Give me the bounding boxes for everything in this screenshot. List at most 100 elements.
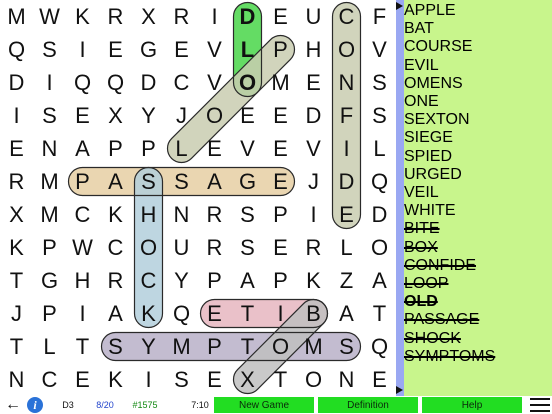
grid-cell[interactable]: K bbox=[99, 363, 132, 396]
grid-cell[interactable]: R bbox=[99, 264, 132, 297]
grid-cell[interactable]: P bbox=[198, 330, 231, 363]
grid-cell[interactable]: K bbox=[66, 0, 99, 33]
grid-cell[interactable]: A bbox=[231, 264, 264, 297]
grid-cell[interactable]: Y bbox=[165, 264, 198, 297]
word-list-item[interactable]: URGED bbox=[404, 166, 552, 184]
grid-cell[interactable]: I bbox=[33, 66, 66, 99]
grid-cell[interactable]: Z bbox=[330, 264, 363, 297]
grid-cell[interactable]: X bbox=[0, 198, 33, 231]
grid-cell[interactable]: H bbox=[66, 264, 99, 297]
grid-cell[interactable]: I bbox=[66, 33, 99, 66]
scroll-up-icon[interactable] bbox=[396, 2, 403, 10]
letter-grid[interactable]: MWKRXRIDEUCFQSIEGEVLPHOVDIQQDCVOMENSISEX… bbox=[0, 0, 396, 396]
grid-cell[interactable]: N bbox=[165, 198, 198, 231]
left-arrow-icon[interactable]: ← bbox=[2, 396, 24, 414]
grid-cell[interactable]: T bbox=[0, 330, 33, 363]
grid-cell[interactable]: D bbox=[0, 66, 33, 99]
grid-cell[interactable]: C bbox=[99, 231, 132, 264]
grid-cell[interactable]: C bbox=[330, 0, 363, 33]
grid-cell[interactable]: V bbox=[198, 66, 231, 99]
grid-cell[interactable]: E bbox=[165, 33, 198, 66]
grid-cell[interactable]: V bbox=[198, 33, 231, 66]
grid-cell[interactable]: E bbox=[99, 33, 132, 66]
grid-cell[interactable]: U bbox=[165, 231, 198, 264]
grid-cell[interactable]: Q bbox=[66, 66, 99, 99]
word-list-item[interactable]: SYMPTOMS bbox=[404, 348, 552, 366]
grid-cell[interactable]: E bbox=[198, 363, 231, 396]
grid-cell[interactable]: C bbox=[165, 66, 198, 99]
grid-cell[interactable]: V bbox=[363, 33, 396, 66]
word-list-item[interactable]: SPIED bbox=[404, 148, 552, 166]
grid-cell[interactable]: M bbox=[0, 0, 33, 33]
grid-cell[interactable]: C bbox=[33, 363, 66, 396]
grid-cell[interactable]: T bbox=[0, 264, 33, 297]
grid-cell[interactable]: I bbox=[132, 363, 165, 396]
grid-cell[interactable]: E bbox=[198, 297, 231, 330]
grid-cell[interactable]: D bbox=[132, 66, 165, 99]
grid-cell[interactable]: E bbox=[231, 99, 264, 132]
grid-cell[interactable]: O bbox=[198, 99, 231, 132]
grid-cell[interactable]: Y bbox=[132, 99, 165, 132]
grid-cell[interactable]: R bbox=[0, 165, 33, 198]
grid-cell[interactable]: X bbox=[132, 0, 165, 33]
grid-cell[interactable]: T bbox=[231, 297, 264, 330]
grid-cell[interactable]: F bbox=[363, 0, 396, 33]
grid-cell[interactable]: P bbox=[198, 264, 231, 297]
word-list-item[interactable]: CONFIDE bbox=[404, 257, 552, 275]
grid-cell[interactable]: E bbox=[264, 165, 297, 198]
word-list-item[interactable]: BITE bbox=[404, 220, 552, 238]
grid-cell[interactable]: C bbox=[66, 198, 99, 231]
grid-cell[interactable]: P bbox=[264, 198, 297, 231]
grid-cell[interactable]: D bbox=[330, 165, 363, 198]
word-list-item[interactable]: SEXTON bbox=[404, 111, 552, 129]
word-list-item[interactable]: COURSE bbox=[404, 38, 552, 56]
grid-cell[interactable]: N bbox=[33, 132, 66, 165]
grid-cell[interactable]: A bbox=[330, 297, 363, 330]
grid-cell[interactable]: R bbox=[297, 231, 330, 264]
grid-cell[interactable]: L bbox=[330, 231, 363, 264]
grid-cell[interactable]: S bbox=[231, 231, 264, 264]
new-game-button[interactable]: New Game bbox=[214, 397, 314, 413]
grid-cell[interactable]: E bbox=[66, 99, 99, 132]
grid-cell[interactable]: K bbox=[132, 297, 165, 330]
grid-cell[interactable]: E bbox=[66, 363, 99, 396]
grid-cell[interactable]: S bbox=[132, 165, 165, 198]
grid-cell[interactable]: R bbox=[198, 231, 231, 264]
grid-cell[interactable]: I bbox=[198, 0, 231, 33]
grid-cell[interactable]: P bbox=[33, 231, 66, 264]
grid-cell[interactable]: O bbox=[132, 231, 165, 264]
grid-cell[interactable]: M bbox=[33, 165, 66, 198]
word-list-item[interactable]: VEIL bbox=[404, 184, 552, 202]
grid-cell[interactable]: T bbox=[66, 330, 99, 363]
grid-cell[interactable]: G bbox=[33, 264, 66, 297]
grid-cell[interactable]: Q bbox=[363, 330, 396, 363]
grid-cell[interactable]: M bbox=[165, 330, 198, 363]
grid-cell[interactable]: N bbox=[330, 363, 363, 396]
word-list-item[interactable]: SIEGE bbox=[404, 129, 552, 147]
word-list-item[interactable]: BOX bbox=[404, 239, 552, 257]
grid-cell[interactable]: L bbox=[363, 132, 396, 165]
grid-cell[interactable]: T bbox=[231, 330, 264, 363]
grid-cell[interactable]: L bbox=[231, 33, 264, 66]
grid-cell[interactable]: G bbox=[231, 165, 264, 198]
grid-cell[interactable]: J bbox=[0, 297, 33, 330]
grid-cell[interactable]: S bbox=[330, 330, 363, 363]
grid-cell[interactable]: S bbox=[33, 33, 66, 66]
grid-cell[interactable]: S bbox=[165, 363, 198, 396]
scroll-strip[interactable] bbox=[396, 0, 404, 396]
grid-cell[interactable]: Q bbox=[363, 165, 396, 198]
grid-cell[interactable]: I bbox=[330, 132, 363, 165]
word-list-item[interactable]: EVIL bbox=[404, 57, 552, 75]
grid-cell[interactable]: O bbox=[297, 363, 330, 396]
grid-cell[interactable]: K bbox=[297, 264, 330, 297]
grid-cell[interactable]: M bbox=[297, 330, 330, 363]
grid-cell[interactable]: E bbox=[363, 363, 396, 396]
grid-cell[interactable]: O bbox=[363, 231, 396, 264]
word-list-item[interactable]: OLD bbox=[404, 293, 552, 311]
grid-cell[interactable]: S bbox=[363, 66, 396, 99]
grid-cell[interactable]: X bbox=[99, 99, 132, 132]
grid-cell[interactable]: N bbox=[0, 363, 33, 396]
grid-cell[interactable]: P bbox=[132, 132, 165, 165]
grid-cell[interactable]: I bbox=[66, 297, 99, 330]
grid-cell[interactable]: D bbox=[297, 99, 330, 132]
